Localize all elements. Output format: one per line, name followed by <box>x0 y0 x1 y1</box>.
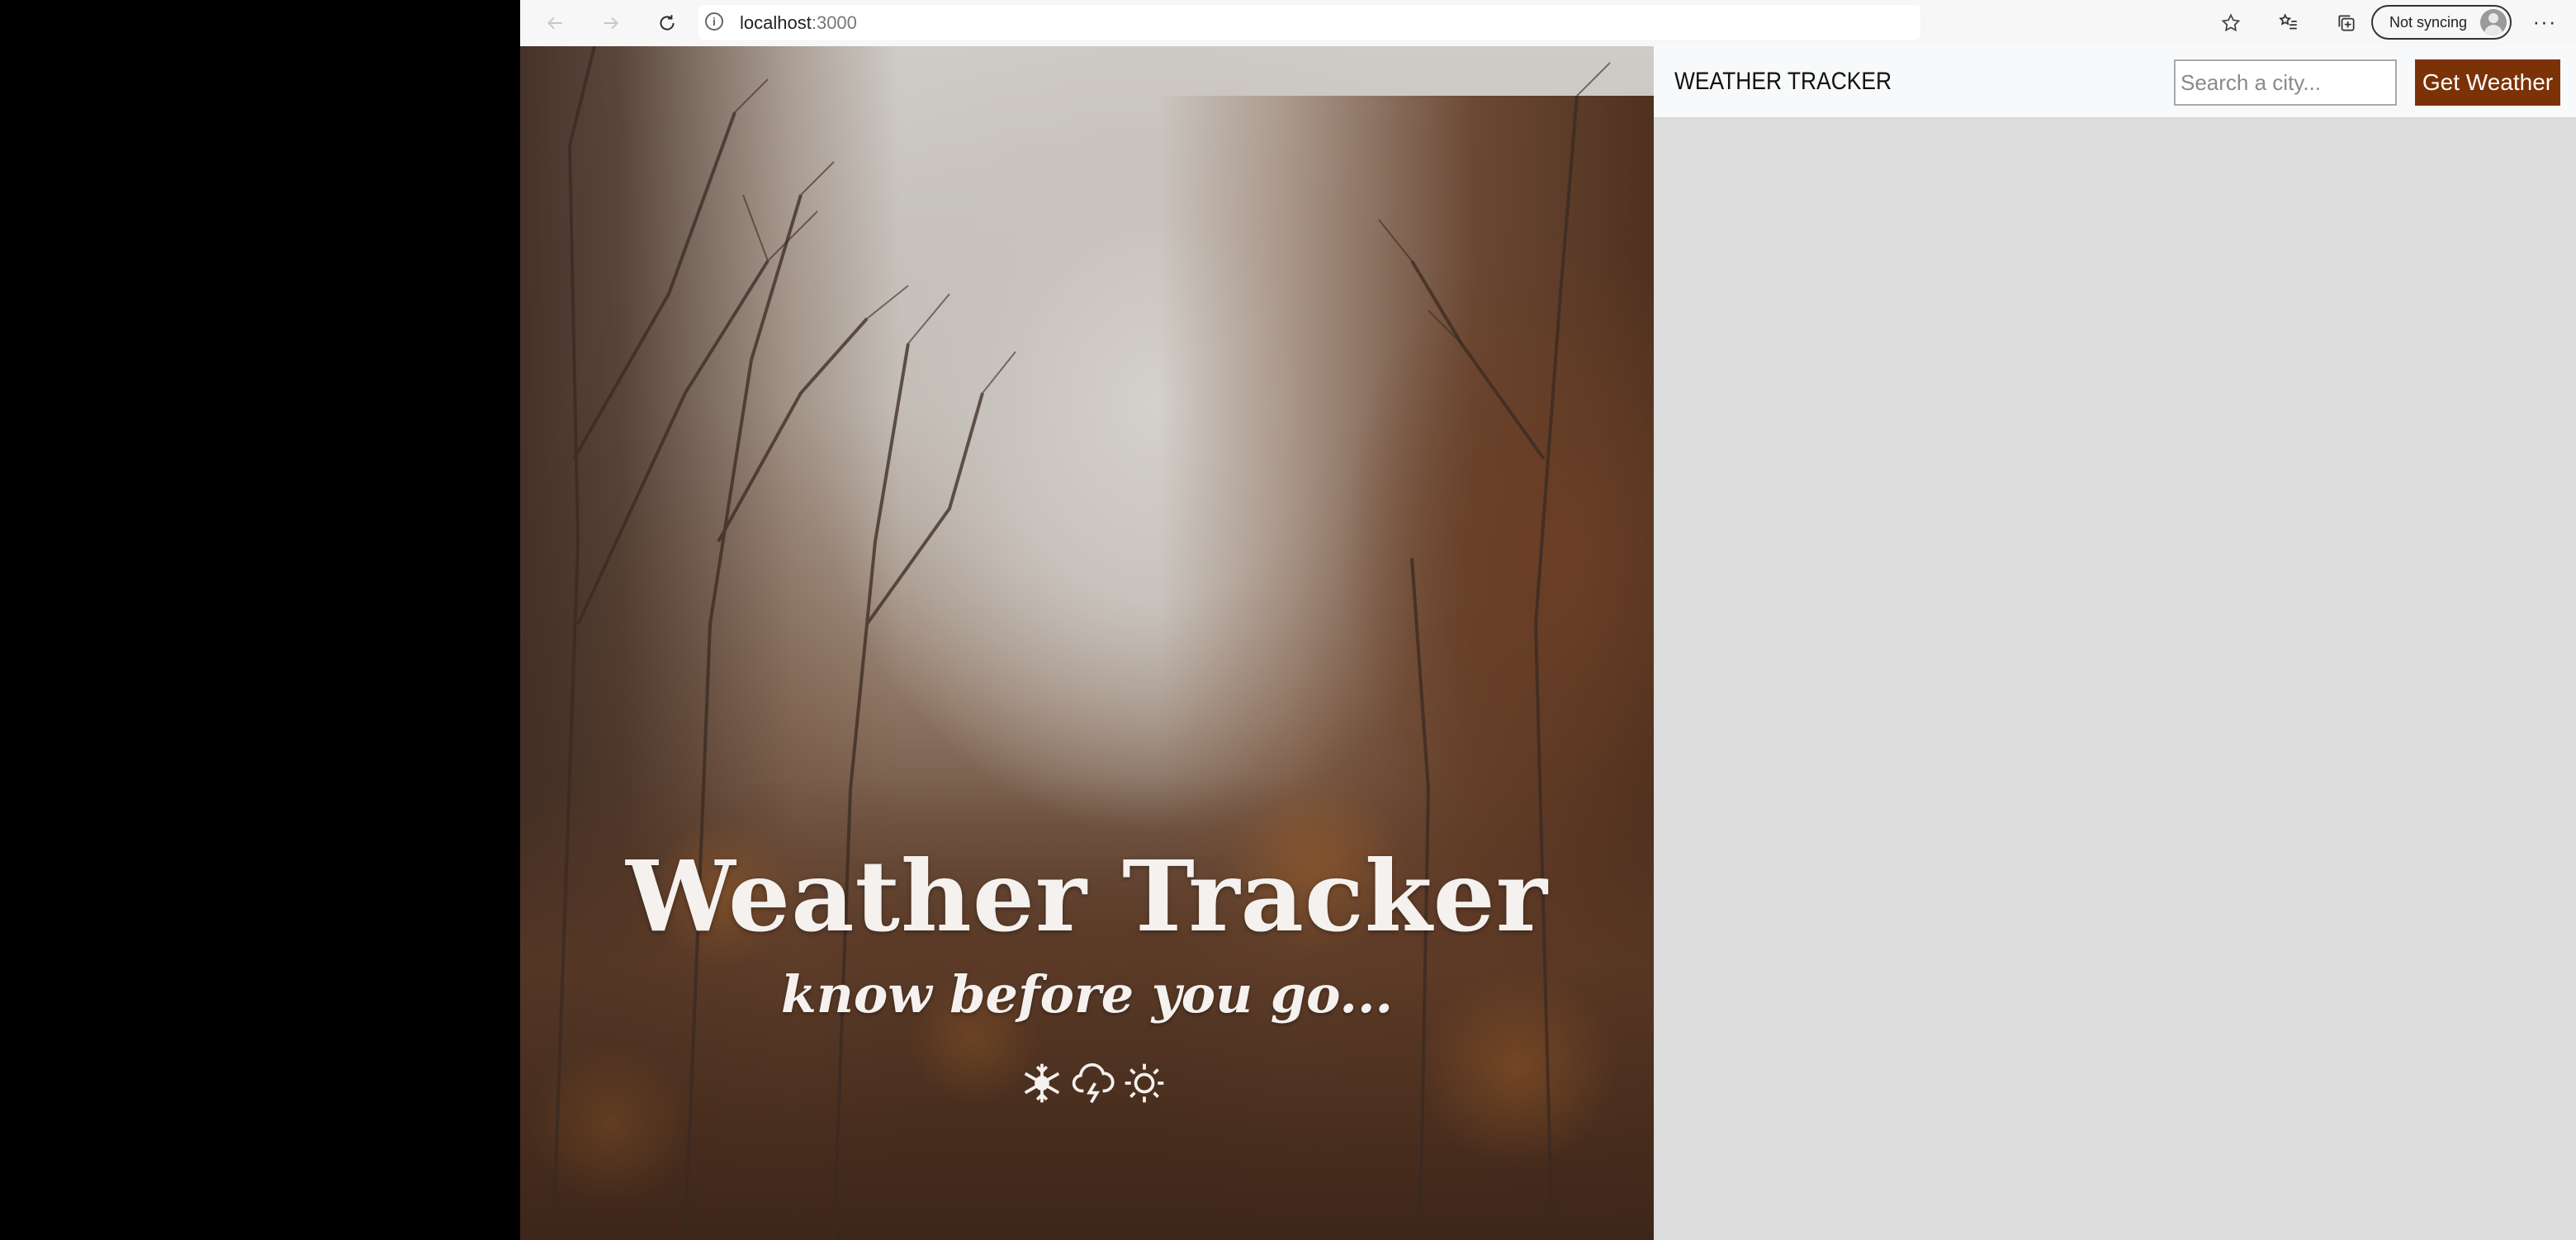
hero-title: Weather Tracker <box>626 839 1548 954</box>
back-button[interactable] <box>538 7 571 40</box>
forward-button[interactable] <box>594 7 627 40</box>
star-icon <box>2221 13 2241 32</box>
collections-icon <box>2338 15 2355 31</box>
profile-sync-button[interactable]: Not syncing <box>2371 5 2512 40</box>
url-text: localhost:3000 <box>740 12 857 33</box>
weather-panel: WEATHER TRACKER Get Weather <box>1654 46 2576 1240</box>
browser-window: i localhost:3000 Not syncing ··· Weather… <box>520 0 2576 1240</box>
snowflake-icon <box>1019 1060 1065 1106</box>
back-arrow-icon <box>547 17 562 30</box>
forward-arrow-icon <box>604 17 618 30</box>
weather-icons-row <box>1019 1060 1167 1106</box>
cloud-lightning-icon <box>1070 1060 1116 1106</box>
refresh-button[interactable] <box>651 7 684 40</box>
brand-title[interactable]: WEATHER TRACKER <box>1674 68 1892 96</box>
browser-toolbar: i localhost:3000 Not syncing ··· <box>520 0 2576 47</box>
city-search-input[interactable] <box>2174 59 2397 106</box>
avatar-icon <box>2480 9 2507 35</box>
favorite-star-button[interactable] <box>2214 7 2247 40</box>
refresh-icon <box>660 15 675 31</box>
collections-button[interactable] <box>2330 7 2363 40</box>
get-weather-button[interactable]: Get Weather <box>2415 59 2560 106</box>
left-black-margin <box>0 0 520 1240</box>
app-navbar: WEATHER TRACKER Get Weather <box>1654 46 2576 118</box>
sync-label: Not syncing <box>2389 13 2468 31</box>
sun-icon <box>1121 1060 1167 1106</box>
more-menu-button[interactable]: ··· <box>2528 7 2561 40</box>
favorites-list-icon <box>2279 13 2297 30</box>
hero-subtitle: know before you go... <box>780 964 1394 1025</box>
address-bar[interactable]: i localhost:3000 <box>698 5 1920 40</box>
hero-banner: Weather Tracker know before you go... <box>520 46 1654 1240</box>
site-info-icon[interactable]: i <box>705 12 723 31</box>
favorites-button[interactable] <box>2272 7 2305 40</box>
